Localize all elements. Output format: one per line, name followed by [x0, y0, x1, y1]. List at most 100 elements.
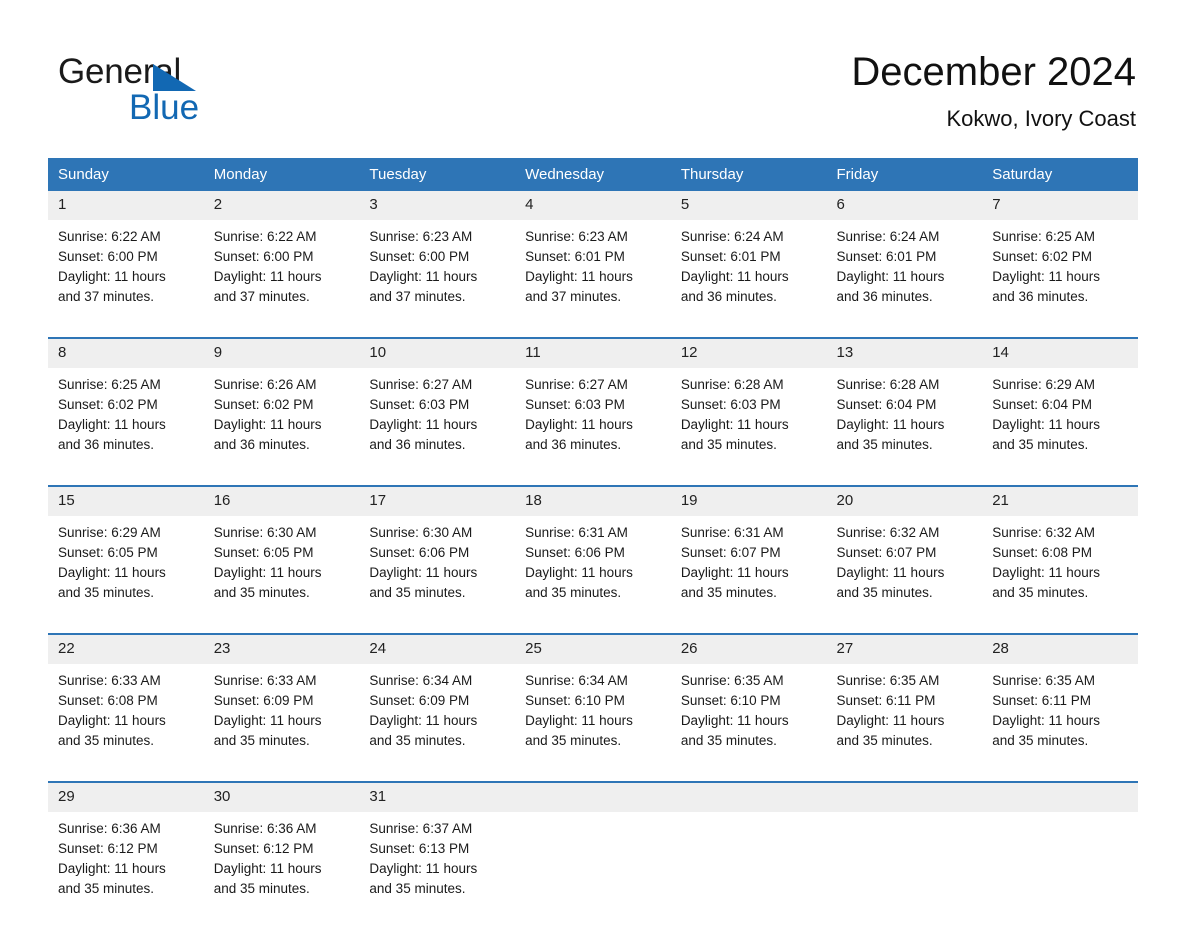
day-cell[interactable]: Sunrise: 6:25 AM Sunset: 6:02 PM Dayligh… — [982, 220, 1138, 338]
day-number[interactable]: 30 — [203, 781, 360, 812]
day-cell[interactable]: Sunrise: 6:24 AM Sunset: 6:01 PM Dayligh… — [670, 220, 827, 338]
day-number[interactable]: 31 — [359, 781, 516, 812]
calendar-table: Sunday Monday Tuesday Wednesday Thursday… — [48, 158, 1138, 929]
sunset-text: Sunset: 6:06 PM — [525, 545, 625, 560]
day-number[interactable]: 11 — [515, 337, 671, 368]
day-cell[interactable]: Sunrise: 6:30 AM Sunset: 6:05 PM Dayligh… — [203, 516, 360, 634]
day-number[interactable]: 16 — [203, 485, 360, 516]
day-number[interactable]: 20 — [826, 485, 983, 516]
sunset-text: Sunset: 6:02 PM — [992, 249, 1093, 264]
day-cell[interactable]: Sunrise: 6:25 AM Sunset: 6:02 PM Dayligh… — [48, 368, 204, 486]
day-number[interactable]: 27 — [826, 633, 983, 664]
day-cell[interactable]: Sunrise: 6:36 AM Sunset: 6:12 PM Dayligh… — [48, 812, 204, 929]
weekday-header-thursday: Thursday — [670, 158, 827, 191]
day-number[interactable]: 5 — [670, 191, 827, 220]
daylight-text-line2: and 36 minutes. — [680, 289, 777, 304]
sunset-text: Sunset: 6:10 PM — [525, 693, 625, 708]
day-cell[interactable]: Sunrise: 6:36 AM Sunset: 6:12 PM Dayligh… — [203, 812, 360, 929]
day-cell[interactable]: Sunrise: 6:32 AM Sunset: 6:07 PM Dayligh… — [826, 516, 983, 634]
day-cell[interactable]: Sunrise: 6:29 AM Sunset: 6:04 PM Dayligh… — [982, 368, 1138, 486]
day-cell[interactable]: Sunrise: 6:31 AM Sunset: 6:07 PM Dayligh… — [670, 516, 827, 634]
day-number[interactable]: 25 — [515, 633, 671, 664]
day-cell[interactable]: Sunrise: 6:34 AM Sunset: 6:09 PM Dayligh… — [359, 664, 516, 782]
general-blue-logo[interactable]: General Blue — [58, 52, 358, 132]
daylight-text-line2: and 35 minutes. — [525, 733, 622, 748]
weekday-header-tuesday: Tuesday — [359, 158, 516, 191]
weekday-header-saturday: Saturday — [982, 158, 1138, 191]
week-detail-row: Sunrise: 6:33 AM Sunset: 6:08 PM Dayligh… — [48, 664, 1138, 782]
day-cell[interactable]: Sunrise: 6:35 AM Sunset: 6:11 PM Dayligh… — [826, 664, 983, 782]
sunset-text: Sunset: 6:00 PM — [369, 249, 470, 264]
day-cell[interactable]: Sunrise: 6:30 AM Sunset: 6:06 PM Dayligh… — [359, 516, 516, 634]
day-number[interactable]: 28 — [982, 633, 1138, 664]
day-cell[interactable]: Sunrise: 6:23 AM Sunset: 6:00 PM Dayligh… — [359, 220, 516, 338]
day-cell[interactable]: Sunrise: 6:23 AM Sunset: 6:01 PM Dayligh… — [515, 220, 671, 338]
day-number[interactable]: 4 — [515, 191, 671, 220]
sunset-text: Sunset: 6:00 PM — [58, 249, 158, 264]
weekday-header-friday: Friday — [826, 158, 983, 191]
day-cell[interactable]: Sunrise: 6:32 AM Sunset: 6:08 PM Dayligh… — [982, 516, 1138, 634]
sunrise-text: Sunrise: 6:25 AM — [58, 377, 161, 392]
day-cell[interactable]: Sunrise: 6:22 AM Sunset: 6:00 PM Dayligh… — [203, 220, 360, 338]
day-cell[interactable]: Sunrise: 6:35 AM Sunset: 6:11 PM Dayligh… — [982, 664, 1138, 782]
day-cell[interactable]: Sunrise: 6:26 AM Sunset: 6:02 PM Dayligh… — [203, 368, 360, 486]
daylight-text-line1: Daylight: 11 hours — [213, 565, 322, 580]
day-number[interactable]: 22 — [48, 633, 204, 664]
day-cell[interactable]: Sunrise: 6:28 AM Sunset: 6:03 PM Dayligh… — [670, 368, 827, 486]
daylight-text-line2: and 35 minutes. — [369, 881, 466, 896]
day-number[interactable]: 19 — [670, 485, 827, 516]
day-cell[interactable]: Sunrise: 6:37 AM Sunset: 6:13 PM Dayligh… — [359, 812, 516, 929]
day-number[interactable]: 14 — [982, 337, 1138, 368]
day-number[interactable]: 8 — [48, 337, 204, 368]
page-title: December 2024 — [851, 50, 1136, 94]
day-number[interactable]: 21 — [982, 485, 1138, 516]
day-number[interactable]: 1 — [48, 191, 204, 220]
day-number[interactable]: 2 — [203, 191, 360, 220]
day-cell[interactable]: Sunrise: 6:33 AM Sunset: 6:09 PM Dayligh… — [203, 664, 360, 782]
day-number[interactable]: 7 — [982, 191, 1138, 220]
daylight-text-line2: and 35 minutes. — [525, 585, 622, 600]
calendar-container: Sunday Monday Tuesday Wednesday Thursday… — [48, 158, 1138, 929]
day-number[interactable]: 18 — [515, 485, 671, 516]
day-cell[interactable]: Sunrise: 6:34 AM Sunset: 6:10 PM Dayligh… — [515, 664, 671, 782]
sunrise-text: Sunrise: 6:25 AM — [992, 229, 1096, 244]
daylight-text-line2: and 35 minutes. — [836, 585, 933, 600]
daylight-text-line2: and 35 minutes. — [58, 585, 155, 600]
day-number[interactable]: 6 — [826, 191, 983, 220]
day-cell[interactable]: Sunrise: 6:29 AM Sunset: 6:05 PM Dayligh… — [48, 516, 204, 634]
sunrise-text: Sunrise: 6:27 AM — [525, 377, 628, 392]
day-number[interactable]: 23 — [203, 633, 360, 664]
sunrise-text: Sunrise: 6:32 AM — [992, 525, 1096, 540]
daylight-text-line2: and 35 minutes. — [369, 585, 466, 600]
day-number[interactable]: 13 — [826, 337, 983, 368]
day-number[interactable]: 12 — [670, 337, 827, 368]
calendar-body: 1 2 3 4 5 6 7 Sunrise: 6:22 AM Sunset: 6… — [48, 191, 1138, 929]
sunrise-text: Sunrise: 6:30 AM — [213, 525, 317, 540]
day-cell[interactable]: Sunrise: 6:33 AM Sunset: 6:08 PM Dayligh… — [48, 664, 204, 782]
day-cell[interactable]: Sunrise: 6:27 AM Sunset: 6:03 PM Dayligh… — [359, 368, 516, 486]
day-number[interactable]: 26 — [670, 633, 827, 664]
day-cell[interactable]: Sunrise: 6:22 AM Sunset: 6:00 PM Dayligh… — [48, 220, 204, 338]
sunset-text: Sunset: 6:12 PM — [58, 841, 158, 856]
daylight-text-line1: Daylight: 11 hours — [525, 417, 633, 432]
sunrise-text: Sunrise: 6:29 AM — [992, 377, 1096, 392]
day-number[interactable]: 3 — [359, 191, 516, 220]
day-cell[interactable]: Sunrise: 6:27 AM Sunset: 6:03 PM Dayligh… — [515, 368, 671, 486]
day-number[interactable]: 29 — [48, 781, 204, 812]
day-number[interactable]: 24 — [359, 633, 516, 664]
daylight-text-line2: and 36 minutes. — [213, 437, 310, 452]
daylight-text-line2: and 35 minutes. — [992, 437, 1089, 452]
day-cell[interactable]: Sunrise: 6:35 AM Sunset: 6:10 PM Dayligh… — [670, 664, 827, 782]
daylight-text-line1: Daylight: 11 hours — [369, 417, 478, 432]
sunrise-text: Sunrise: 6:22 AM — [213, 229, 317, 244]
day-number[interactable]: 9 — [203, 337, 360, 368]
day-cell[interactable]: Sunrise: 6:31 AM Sunset: 6:06 PM Dayligh… — [515, 516, 671, 634]
weekday-header-monday: Monday — [203, 158, 360, 191]
day-number[interactable]: 15 — [48, 485, 204, 516]
sunset-text: Sunset: 6:00 PM — [213, 249, 314, 264]
day-cell[interactable]: Sunrise: 6:28 AM Sunset: 6:04 PM Dayligh… — [826, 368, 983, 486]
day-cell[interactable]: Sunrise: 6:24 AM Sunset: 6:01 PM Dayligh… — [826, 220, 983, 338]
title-block: December 2024 Kokwo, Ivory Coast — [851, 48, 1136, 132]
day-number[interactable]: 10 — [359, 337, 516, 368]
day-number[interactable]: 17 — [359, 485, 516, 516]
